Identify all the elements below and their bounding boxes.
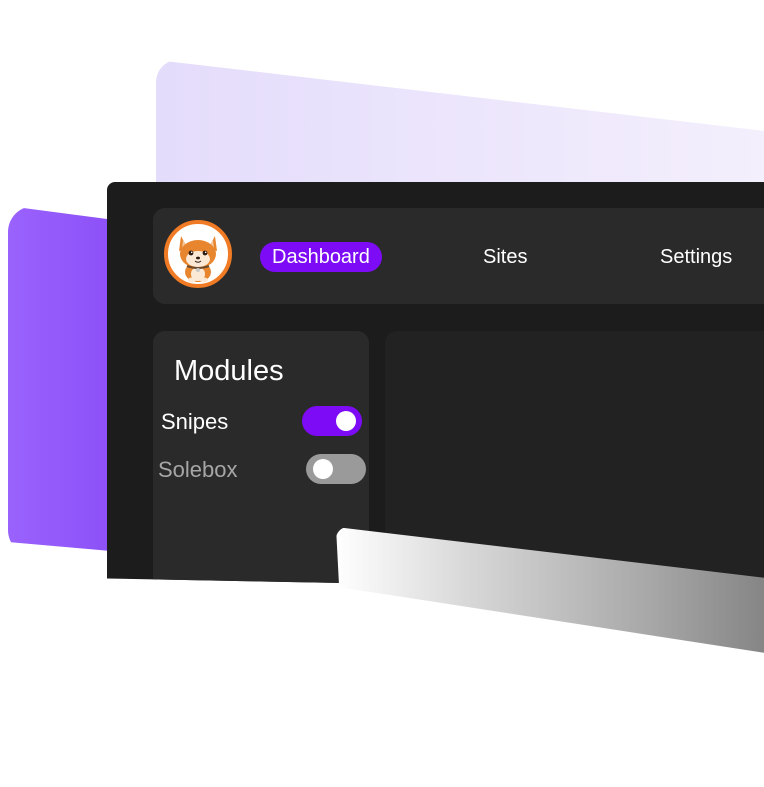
- modules-panel: Modules Snipes Solebox: [153, 331, 369, 592]
- toggle-knob: [313, 459, 333, 479]
- modules-title: Modules: [174, 355, 284, 387]
- module-label-solebox: Solebox: [158, 457, 238, 482]
- nav-settings[interactable]: Settings: [660, 242, 732, 272]
- solebox-toggle[interactable]: [306, 454, 366, 484]
- nav-dashboard[interactable]: Dashboard: [260, 242, 382, 272]
- top-navbar: Dashboard Sites Settings: [153, 208, 764, 304]
- main-content-panel: [385, 331, 764, 592]
- module-row-snipes: Snipes: [153, 406, 369, 438]
- stage: Dashboard Sites Settings Modules Snipes …: [0, 0, 764, 787]
- module-row-solebox: Solebox: [153, 454, 369, 486]
- avatar[interactable]: [164, 220, 232, 288]
- toggle-knob: [336, 411, 356, 431]
- nav-sites[interactable]: Sites: [483, 242, 527, 272]
- module-label-snipes: Snipes: [161, 409, 229, 434]
- shiba-inu-dog-icon: [179, 236, 217, 283]
- snipes-toggle[interactable]: [302, 406, 362, 436]
